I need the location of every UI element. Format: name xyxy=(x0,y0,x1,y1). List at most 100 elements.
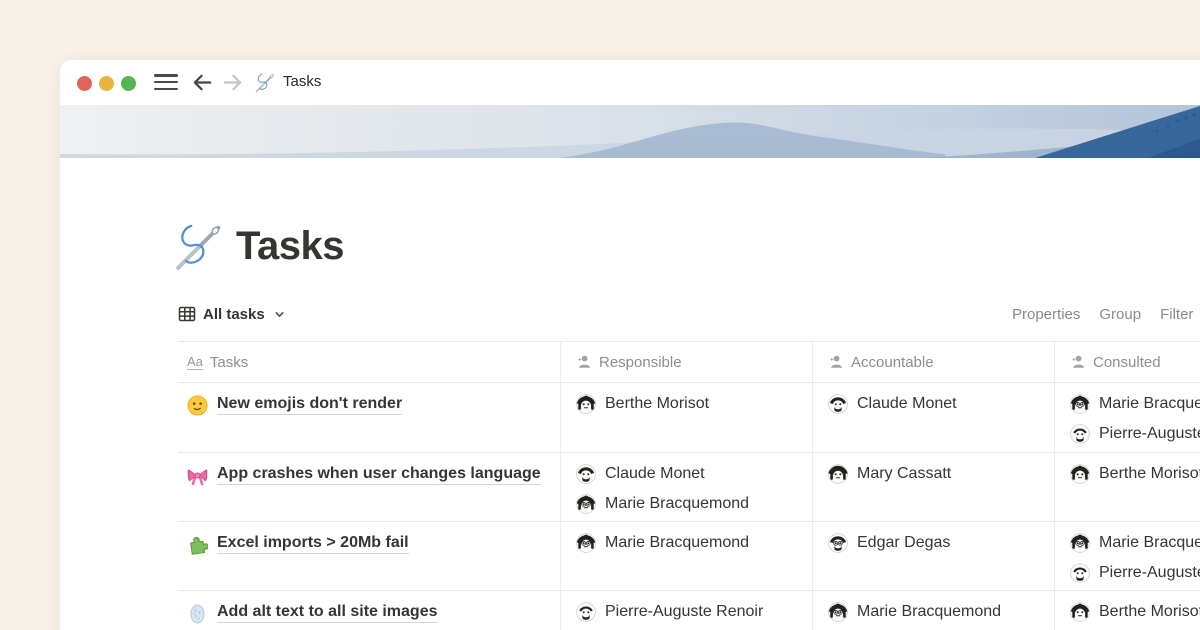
responsible-cell[interactable]: Pierre-Auguste Renoir xyxy=(561,591,813,630)
task-title-cell[interactable]: New emojis don't render xyxy=(178,383,561,452)
task-title-cell[interactable]: App crashes when user changes language xyxy=(178,453,561,521)
person-chip: Edgar Degas xyxy=(828,528,1048,558)
avatar-mary-cassatt xyxy=(828,464,848,484)
person-chip: Marie Bracquemond xyxy=(576,528,806,558)
column-header-label: Accountable xyxy=(851,354,934,371)
person-chip: Marie Bracquemond xyxy=(1070,528,1200,558)
responsible-cell[interactable]: Berthe Morisot xyxy=(561,383,813,452)
person-name: Marie Bracquemond xyxy=(605,534,749,552)
table-row: New emojis don't render Berthe Morisot Cla… xyxy=(178,383,1200,453)
column-header-label: Responsible xyxy=(599,354,682,371)
traffic-light-minimize-button[interactable] xyxy=(99,76,114,91)
avatar-edgar-degas xyxy=(828,533,848,553)
toolbar-action-properties[interactable]: Properties xyxy=(1012,306,1080,323)
person-chip: Pierre-Auguste Renoir xyxy=(1070,419,1200,449)
person-name: Berthe Morisot xyxy=(605,395,709,413)
person-name: Pierre-Auguste Renoir xyxy=(1099,564,1200,582)
consulted-cell[interactable]: Marie Bracquemond Pierre-Auguste Renoir xyxy=(1055,522,1200,590)
person-name: Pierre-Auguste Renoir xyxy=(605,603,763,621)
consulted-cell[interactable]: Berthe Morisot xyxy=(1055,591,1200,630)
view-toolbar: All tasks Properties Group Filter xyxy=(178,296,1200,332)
avatar-pierre-auguste-renoir xyxy=(576,602,596,622)
chevron-down-icon xyxy=(274,309,285,320)
page-header: Tasks xyxy=(172,218,344,274)
column-header-responsible[interactable]: Responsible xyxy=(561,342,813,382)
responsible-cell[interactable]: Marie Bracquemond xyxy=(561,522,813,590)
task-page-link[interactable]: App crashes when user changes language xyxy=(217,465,541,485)
person-name: Marie Bracquemond xyxy=(1099,534,1200,552)
responsible-cell[interactable]: Claude Monet Marie Bracquemond xyxy=(561,453,813,521)
puzzle-emoji xyxy=(187,534,208,555)
table-view-icon xyxy=(178,305,196,323)
table-row: Excel imports > 20Mb fail Marie Bracquem… xyxy=(178,522,1200,591)
column-header-consulted[interactable]: Consulted xyxy=(1055,342,1200,382)
page-cover-image[interactable] xyxy=(60,105,1200,158)
person-name: Pierre-Auguste Renoir xyxy=(1099,425,1200,443)
person-chip: Berthe Morisot xyxy=(576,389,806,419)
person-chip: Pierre-Auguste Renoir xyxy=(1070,558,1200,588)
person-chip: Mary Cassatt xyxy=(828,459,1048,489)
page-title: Tasks xyxy=(236,224,344,269)
person-chip: Pierre-Auguste Renoir xyxy=(576,597,806,627)
task-page-link[interactable]: Excel imports > 20Mb fail xyxy=(217,534,409,554)
task-title-cell[interactable]: Add alt text to all site images xyxy=(178,591,561,630)
consulted-cell[interactable]: Berthe Morisot xyxy=(1055,453,1200,521)
tasks-table: Aa Tasks Responsible Accountable Consulte… xyxy=(178,341,1200,630)
column-header-tasks[interactable]: Aa Tasks xyxy=(178,342,561,382)
avatar-pierre-auguste-renoir xyxy=(1070,563,1090,583)
accountable-cell[interactable]: Edgar Degas xyxy=(813,522,1055,590)
avatar-marie-bracquemond xyxy=(1070,533,1090,553)
text-property-icon: Aa xyxy=(187,355,203,370)
melting-face-emoji xyxy=(187,395,208,416)
table-row: App crashes when user changes language Cl… xyxy=(178,453,1200,522)
forward-arrow-icon[interactable] xyxy=(221,71,244,94)
person-chip: Claude Monet xyxy=(576,459,806,489)
person-icon xyxy=(828,354,844,370)
person-name: Marie Bracquemond xyxy=(1099,395,1200,413)
toolbar-action-filter[interactable]: Filter xyxy=(1160,306,1193,323)
avatar-marie-bracquemond xyxy=(576,494,596,514)
consulted-cell[interactable]: Marie Bracquemond Pierre-Auguste Renoir xyxy=(1055,383,1200,452)
task-page-link[interactable]: New emojis don't render xyxy=(217,395,402,415)
avatar-berthe-morisot xyxy=(576,394,596,414)
task-page-link[interactable]: Add alt text to all site images xyxy=(217,603,438,623)
person-chip: Claude Monet xyxy=(828,389,1048,419)
avatar-marie-bracquemond xyxy=(576,533,596,553)
accountable-cell[interactable]: Marie Bracquemond xyxy=(813,591,1055,630)
egg-emoji xyxy=(187,603,208,624)
page-icon-needle[interactable] xyxy=(172,218,228,274)
accountable-cell[interactable]: Claude Monet xyxy=(813,383,1055,452)
avatar-pierre-auguste-renoir xyxy=(1070,424,1090,444)
back-arrow-icon[interactable] xyxy=(191,71,214,94)
view-actions: Properties Group Filter xyxy=(1012,296,1193,332)
breadcrumb-page-title[interactable]: Tasks xyxy=(283,73,321,90)
person-chip: Marie Bracquemond xyxy=(576,489,806,519)
toolbar-action-group[interactable]: Group xyxy=(1099,306,1141,323)
avatar-marie-bracquemond xyxy=(1070,394,1090,414)
accountable-cell[interactable]: Mary Cassatt xyxy=(813,453,1055,521)
column-header-label: Tasks xyxy=(210,354,248,371)
person-icon xyxy=(1070,354,1086,370)
column-header-accountable[interactable]: Accountable xyxy=(813,342,1055,382)
table-header-row: Aa Tasks Responsible Accountable Consulte… xyxy=(178,341,1200,383)
person-chip: Marie Bracquemond xyxy=(1070,389,1200,419)
app-window: Tasks xyxy=(60,60,1200,630)
sidebar-menu-icon[interactable] xyxy=(154,74,178,91)
view-selector[interactable]: All tasks xyxy=(178,305,285,323)
person-name: Claude Monet xyxy=(605,465,705,483)
person-chip: Marie Bracquemond xyxy=(828,597,1048,627)
mountain-cover-art xyxy=(60,105,1200,158)
task-title-cell[interactable]: Excel imports > 20Mb fail xyxy=(178,522,561,590)
table-row: Add alt text to all site images Pierre-Au… xyxy=(178,591,1200,630)
person-icon xyxy=(576,354,592,370)
person-name: Berthe Morisot xyxy=(1099,465,1200,483)
traffic-light-close-button[interactable] xyxy=(77,76,92,91)
person-name: Mary Cassatt xyxy=(857,465,951,483)
person-name: Claude Monet xyxy=(857,395,957,413)
titlebar: Tasks xyxy=(60,60,1200,105)
person-name: Marie Bracquemond xyxy=(857,603,1001,621)
traffic-light-zoom-button[interactable] xyxy=(121,76,136,91)
bow-emoji xyxy=(187,465,208,486)
avatar-marie-bracquemond xyxy=(828,602,848,622)
avatar-claude-monet xyxy=(576,464,596,484)
